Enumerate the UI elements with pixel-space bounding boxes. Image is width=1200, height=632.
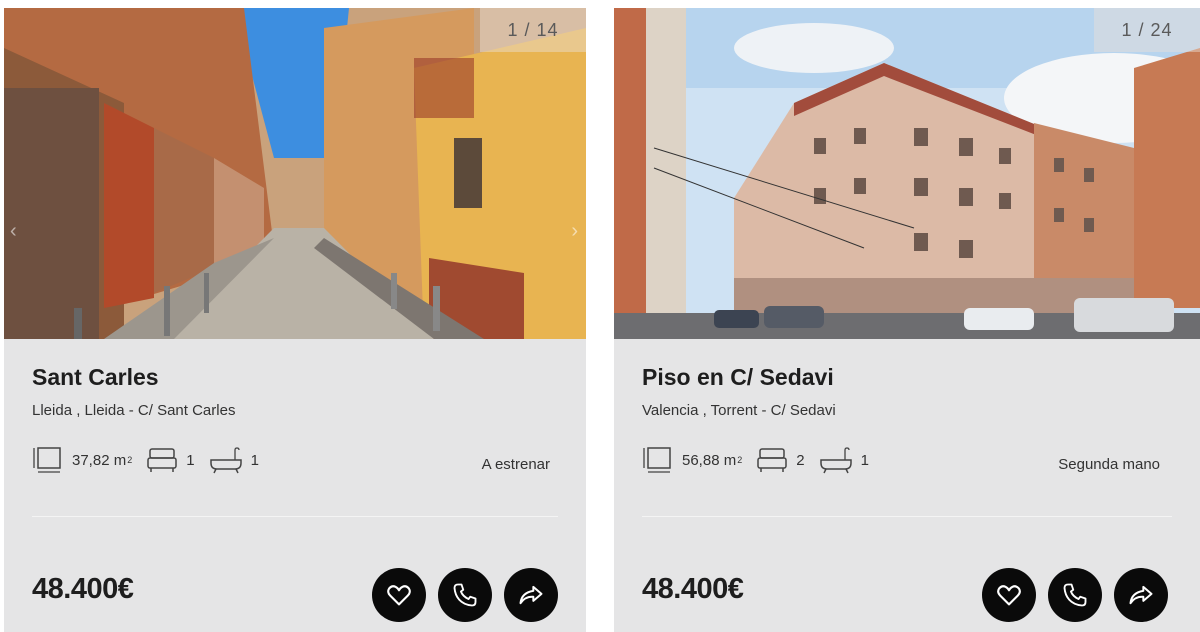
listing-photo[interactable]: 1 / 14 ‹ › <box>4 8 586 339</box>
bedrooms-value: 2 <box>796 451 805 469</box>
bedrooms-feature: 2 <box>756 446 805 474</box>
divider <box>642 516 1172 517</box>
bedrooms-value: 1 <box>186 451 195 469</box>
photo-counter: 1 / 24 <box>1094 8 1200 52</box>
listing-card[interactable]: 1 / 24 Piso en C/ Sedavi Valencia , Torr… <box>614 8 1200 632</box>
next-photo-arrow-icon[interactable]: › <box>571 220 578 243</box>
share-arrow-icon <box>519 585 543 605</box>
area-unit-superscript: 2 <box>737 455 743 465</box>
condition-label: A estrenar <box>481 456 550 473</box>
bathtub-icon <box>209 447 242 474</box>
action-buttons <box>372 568 570 622</box>
call-button[interactable] <box>1048 568 1102 622</box>
price: 48.400€ <box>32 573 134 605</box>
listing-features: 37,82 m2 1 1 <box>32 445 273 475</box>
bedrooms-feature: 1 <box>146 446 195 474</box>
area-unit-superscript: 2 <box>127 455 133 465</box>
bathrooms-value: 1 <box>860 451 869 469</box>
area-value: 56,88 m <box>682 451 737 469</box>
listing-title[interactable]: Piso en C/ Sedavi <box>642 364 834 391</box>
phone-icon <box>453 583 477 607</box>
bed-icon <box>147 448 177 472</box>
listing-features: 56,88 m2 2 1 <box>642 445 883 475</box>
bathrooms-feature: 1 <box>819 446 869 474</box>
bed-icon <box>757 448 787 472</box>
share-button[interactable] <box>504 568 558 622</box>
heart-icon <box>387 585 411 606</box>
area-feature: 56,88 m2 <box>642 445 742 475</box>
listing-title[interactable]: Sant Carles <box>32 364 159 391</box>
call-button[interactable] <box>438 568 492 622</box>
prev-photo-arrow-icon[interactable]: ‹ <box>10 220 17 243</box>
favorite-button[interactable] <box>982 568 1036 622</box>
area-value: 37,82 m <box>72 451 127 469</box>
condition-label: Segunda mano <box>1058 456 1160 473</box>
street-photo-sedavi <box>614 8 1200 339</box>
bathtub-icon <box>819 447 852 474</box>
listing-photo[interactable]: 1 / 24 <box>614 8 1200 339</box>
share-button[interactable] <box>1114 568 1168 622</box>
listing-location: Valencia , Torrent - C/ Sedavi <box>642 402 836 419</box>
listing-location: Lleida , Lleida - C/ Sant Carles <box>32 402 236 419</box>
phone-icon <box>1063 583 1087 607</box>
heart-icon <box>997 585 1021 606</box>
listing-card[interactable]: 1 / 14 ‹ › Sant Carles Lleida , Lleida -… <box>4 8 586 632</box>
area-feature: 37,82 m2 <box>32 445 132 475</box>
area-icon <box>33 447 61 473</box>
price: 48.400€ <box>642 573 744 605</box>
divider <box>32 516 558 517</box>
photo-counter: 1 / 14 <box>480 8 586 52</box>
action-buttons <box>982 568 1180 622</box>
favorite-button[interactable] <box>372 568 426 622</box>
area-icon <box>643 447 671 473</box>
share-arrow-icon <box>1129 585 1153 605</box>
bathrooms-value: 1 <box>250 451 259 469</box>
street-photo-sant-carles <box>4 8 586 339</box>
bathrooms-feature: 1 <box>209 446 259 474</box>
